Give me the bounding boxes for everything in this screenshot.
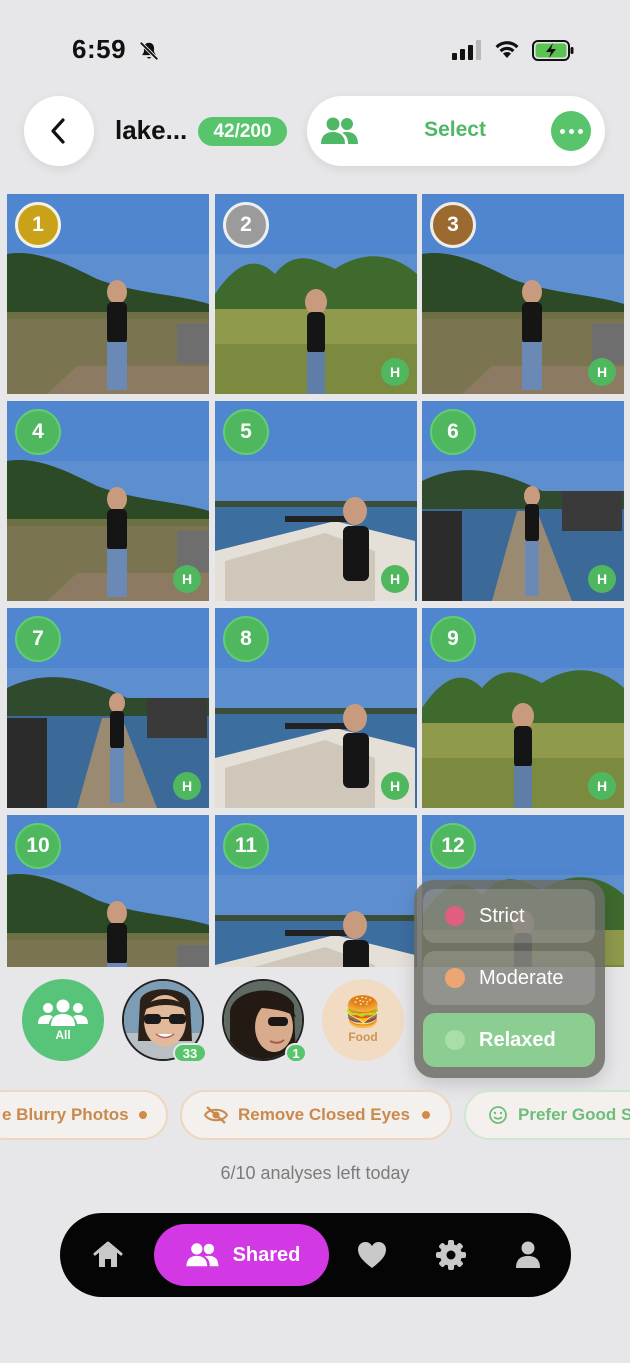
- photo-rank-badge: 8: [223, 616, 269, 662]
- profile-icon[interactable]: [511, 1238, 545, 1272]
- photo-rank-badge: 10: [15, 823, 61, 869]
- photo-rank-badge: 7: [15, 616, 61, 662]
- face-filter-all-label: All: [55, 1028, 71, 1042]
- photo-tile[interactable]: 2H: [215, 194, 417, 394]
- strictness-option-label: Relaxed: [479, 1028, 556, 1051]
- burger-icon: 🍔: [344, 996, 382, 1029]
- face-filter-all[interactable]: All: [22, 979, 104, 1061]
- filter-prefer-good-smile[interactable]: Prefer Good S: [464, 1090, 630, 1140]
- photo-quality-badge: H: [173, 565, 201, 593]
- eye-off-icon: [204, 1106, 228, 1124]
- filter-label: Prefer Good S: [518, 1105, 630, 1124]
- photo-tile[interactable]: 8H: [215, 608, 417, 808]
- strictness-option-relaxed[interactable]: Relaxed: [423, 1013, 595, 1067]
- photo-tile[interactable]: 11: [215, 815, 417, 967]
- photo-quality-badge: H: [588, 358, 616, 386]
- strictness-option-label: Moderate: [479, 966, 564, 989]
- photo-rank-badge: 2: [223, 202, 269, 248]
- filter-label: Remove Closed Eyes: [238, 1105, 410, 1124]
- food-label: Food: [348, 1030, 378, 1044]
- photo-tile[interactable]: 1: [7, 194, 209, 394]
- photo-tile[interactable]: 9H: [422, 608, 624, 808]
- relaxed-dot-icon: [445, 1030, 465, 1050]
- photo-tile[interactable]: 10: [7, 815, 209, 967]
- person-1-count-badge: 33: [173, 1043, 207, 1063]
- photo-count-badge: 42/200: [198, 117, 287, 146]
- photo-quality-badge: H: [381, 358, 409, 386]
- filter-status-dot: [421, 1111, 430, 1119]
- photo-quality-badge: H: [381, 565, 409, 593]
- strictness-option-moderate[interactable]: Moderate: [423, 951, 595, 1005]
- select-button[interactable]: Select: [395, 118, 515, 142]
- strictness-option-strict[interactable]: Strict: [423, 889, 595, 943]
- analyses-remaining: 6/10 analyses left today: [220, 1163, 410, 1183]
- photo-tile[interactable]: 4H: [7, 401, 209, 601]
- filter-status-dot: [138, 1111, 147, 1119]
- photo-rank-badge: 4: [15, 409, 61, 455]
- photo-rank-badge: 6: [430, 409, 476, 455]
- wifi-icon: [495, 41, 519, 58]
- photo-rank-badge: 12: [430, 823, 476, 869]
- photo-quality-badge: H: [381, 772, 409, 800]
- face-filter-food[interactable]: 🍔 Food: [322, 979, 404, 1061]
- photo-rank-badge: 9: [430, 616, 476, 662]
- chevron-left-icon: [51, 118, 65, 144]
- person-2-count-badge: 1: [285, 1043, 307, 1063]
- heart-icon[interactable]: [355, 1238, 389, 1272]
- photo-quality-badge: H: [588, 565, 616, 593]
- album-title[interactable]: lake...: [115, 115, 187, 146]
- home-icon[interactable]: [91, 1238, 125, 1272]
- photo-tile[interactable]: 7H: [7, 608, 209, 808]
- filter-label: e Blurry Photos: [2, 1105, 129, 1124]
- back-button[interactable]: [24, 96, 94, 166]
- cellular-signal-icon: [452, 40, 481, 60]
- photo-quality-badge: H: [588, 772, 616, 800]
- photo-quality-badge: H: [173, 772, 201, 800]
- more-options-button[interactable]: [551, 111, 591, 151]
- tab-shared-label: Shared: [232, 1243, 301, 1266]
- group-icon: [38, 999, 88, 1026]
- photo-grid: 1 2 H 3 H 4 H 5 H 6 H 7 H 8 H 9 H 10 11 12: [0, 192, 630, 967]
- photo-tile[interactable]: 5H: [215, 401, 417, 601]
- gear-icon[interactable]: [434, 1238, 468, 1272]
- photo-rank-badge: 1: [15, 202, 61, 248]
- moderate-dot-icon: [445, 968, 465, 988]
- filter-remove-blurry[interactable]: e Blurry Photos: [0, 1090, 168, 1140]
- status-time: 6:59: [72, 34, 127, 64]
- bell-off-icon: [139, 41, 159, 61]
- strictness-option-label: Strict: [479, 904, 525, 927]
- tab-shared[interactable]: Shared: [154, 1224, 329, 1286]
- photo-tile[interactable]: 3H: [422, 194, 624, 394]
- photo-rank-badge: 3: [430, 202, 476, 248]
- photo-rank-badge: 11: [223, 823, 269, 869]
- photo-rank-badge: 5: [223, 409, 269, 455]
- strict-dot-icon: [445, 906, 465, 926]
- people-icon[interactable]: [318, 116, 360, 146]
- status-bar: 6:59: [0, 0, 630, 95]
- battery-charging-icon: [532, 40, 574, 61]
- photo-tile[interactable]: 6H: [422, 401, 624, 601]
- people-icon: [185, 1243, 219, 1267]
- strictness-dropdown: Strict Moderate Relaxed: [414, 880, 605, 1078]
- filter-remove-closed-eyes[interactable]: Remove Closed Eyes: [180, 1090, 452, 1140]
- smile-icon: [489, 1106, 507, 1124]
